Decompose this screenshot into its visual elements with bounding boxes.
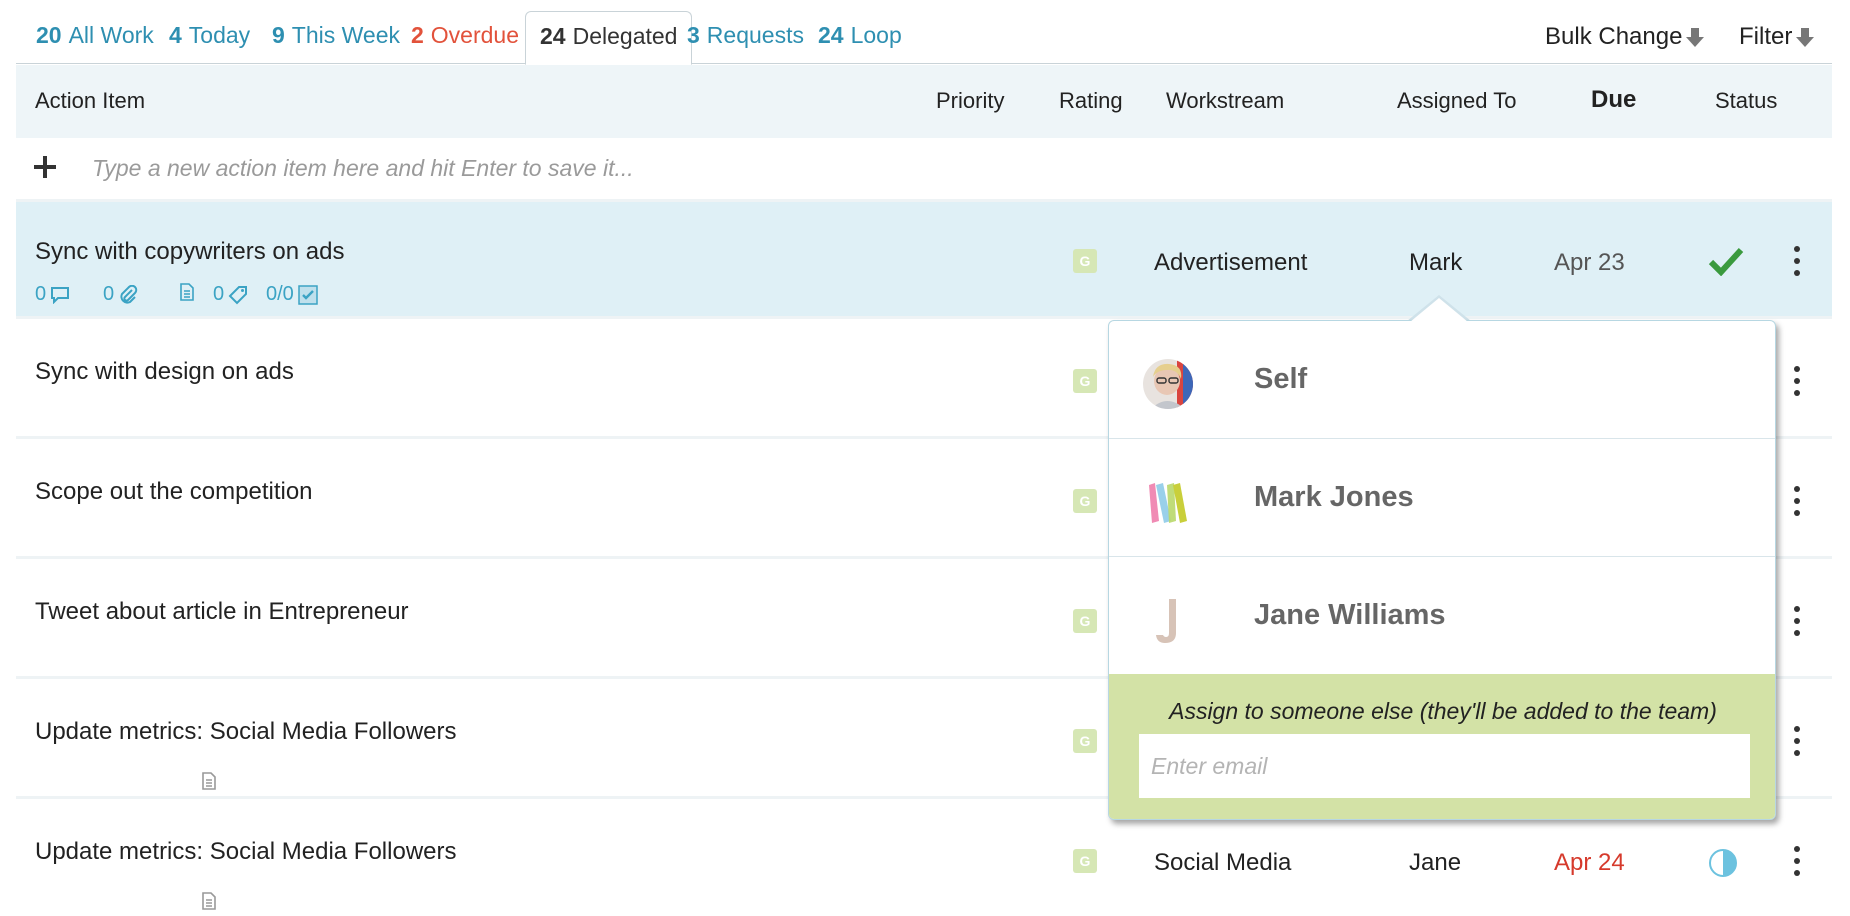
- comments-count[interactable]: 0: [35, 283, 70, 306]
- tab-count: 3: [687, 22, 700, 48]
- column-rating[interactable]: Rating: [1059, 88, 1123, 114]
- tab-label: Overdue: [430, 22, 520, 48]
- avatar: [1143, 359, 1193, 409]
- tab-count: 9: [272, 22, 285, 48]
- rating-badge[interactable]: G: [1073, 489, 1097, 513]
- tab-label: Requests: [706, 22, 804, 48]
- rating-badge[interactable]: G: [1073, 249, 1097, 273]
- column-action-item[interactable]: Action Item: [35, 88, 145, 114]
- tab-count: 2: [411, 22, 424, 48]
- notes-indicator[interactable]: [175, 283, 195, 301]
- tab-label: Today: [188, 22, 251, 48]
- tab-label: Loop: [850, 22, 902, 48]
- tab-loop[interactable]: 24 Loop: [818, 22, 902, 49]
- assign-option-jane-williams[interactable]: Jane Williams: [1109, 557, 1775, 675]
- tab-label: This Week: [291, 22, 401, 48]
- checklist-count-value: 0/0: [266, 283, 294, 305]
- due-date[interactable]: Apr 23: [1554, 249, 1625, 277]
- comment-icon: [51, 286, 70, 304]
- column-priority[interactable]: Priority: [936, 88, 1004, 114]
- task-title[interactable]: Scope out the competition: [35, 478, 313, 506]
- task-title[interactable]: Sync with design on ads: [35, 358, 294, 386]
- tab-label: All Work: [68, 22, 154, 48]
- bulk-change-label: Bulk Change: [1545, 23, 1683, 50]
- email-field[interactable]: [1139, 734, 1750, 798]
- tab-this-week[interactable]: 9 This Week: [272, 22, 400, 49]
- tags-count-value: 0: [213, 283, 225, 305]
- task-title[interactable]: Update metrics: Social Media Followers: [35, 838, 457, 866]
- sort-indicator: [1585, 72, 1625, 90]
- more-options-icon[interactable]: [1792, 366, 1802, 396]
- filter-button[interactable]: Filter: [1739, 23, 1815, 51]
- tab-bar: 20 All Work 4 Today 9 This Week 2 Overdue 24…: [16, 8, 1832, 65]
- tag-icon: [228, 285, 248, 304]
- task-title[interactable]: Tweet about article in Entrepreneur: [35, 598, 409, 626]
- half-circle-status-icon[interactable]: [1709, 849, 1737, 877]
- column-status[interactable]: Status: [1715, 88, 1777, 114]
- more-options-icon[interactable]: [1792, 846, 1802, 876]
- tab-count: 4: [169, 22, 182, 48]
- arrow-down-icon: [1686, 27, 1705, 47]
- document-icon[interactable]: [201, 892, 217, 910]
- comments-count-value: 0: [35, 283, 47, 305]
- due-date[interactable]: Apr 24: [1554, 849, 1625, 877]
- bulk-change-button[interactable]: Bulk Change: [1545, 23, 1705, 51]
- new-action-item-input[interactable]: [92, 148, 1792, 188]
- attachments-count[interactable]: 0: [103, 283, 138, 306]
- more-options-icon[interactable]: [1792, 726, 1802, 756]
- assign-option-name: Jane Williams: [1254, 599, 1446, 631]
- avatar: [1149, 483, 1187, 523]
- column-header: Action Item Priority Rating Workstream A…: [16, 65, 1832, 138]
- rating-badge[interactable]: G: [1073, 609, 1097, 633]
- tab-count: 24: [818, 22, 844, 48]
- checklist-count[interactable]: 0/0: [266, 283, 318, 306]
- workstream[interactable]: Social Media: [1154, 849, 1291, 877]
- assign-someone-else-section: Assign to someone else (they'll be added…: [1109, 674, 1775, 819]
- tab-count: 24: [540, 23, 566, 49]
- attachments-count-value: 0: [103, 283, 115, 305]
- avatar: [1156, 599, 1176, 643]
- assign-to-dropdown: Self Mark Jones Jane Williams Assign to …: [1108, 320, 1776, 820]
- task-title[interactable]: Sync with copywriters on ads: [35, 238, 344, 266]
- popup-pointer: [1410, 298, 1468, 322]
- assign-option-name: Mark Jones: [1254, 481, 1414, 513]
- arrow-down-icon: [1796, 27, 1815, 47]
- rating-badge[interactable]: G: [1073, 729, 1097, 753]
- assign-option-mark-jones[interactable]: Mark Jones: [1109, 439, 1775, 557]
- filter-label: Filter: [1739, 23, 1793, 50]
- column-workstream[interactable]: Workstream: [1166, 88, 1284, 114]
- assign-option-self[interactable]: Self: [1109, 321, 1775, 439]
- document-icon: [180, 283, 194, 301]
- tags-count[interactable]: 0: [213, 283, 248, 306]
- document-icon[interactable]: [201, 772, 217, 790]
- plus-icon[interactable]: [34, 156, 56, 178]
- column-assigned-to[interactable]: Assigned To: [1397, 88, 1516, 114]
- tab-count: 20: [36, 22, 62, 48]
- tab-all-work[interactable]: 20 All Work: [36, 22, 154, 49]
- more-options-icon[interactable]: [1792, 486, 1802, 516]
- paperclip-icon: [120, 284, 138, 304]
- assign-option-name: Self: [1254, 363, 1308, 395]
- rating-badge[interactable]: G: [1073, 849, 1097, 873]
- table-row[interactable]: Sync with copywriters on ads 0 0 0 0/0 G…: [16, 202, 1832, 319]
- more-options-icon[interactable]: [1792, 246, 1802, 276]
- checkmark-icon[interactable]: [1708, 246, 1744, 276]
- tab-delegated[interactable]: 24 Delegated: [525, 11, 693, 65]
- tab-requests[interactable]: 3 Requests: [687, 22, 804, 49]
- tab-overdue[interactable]: 2 Overdue: [411, 22, 519, 49]
- new-item-row: [16, 138, 1832, 202]
- tab-label: Delegated: [572, 23, 678, 49]
- more-options-icon[interactable]: [1792, 606, 1802, 636]
- assignee[interactable]: Jane: [1409, 849, 1461, 877]
- task-title[interactable]: Update metrics: Social Media Followers: [35, 718, 457, 746]
- assignee[interactable]: Mark: [1409, 249, 1462, 277]
- tab-today[interactable]: 4 Today: [169, 22, 250, 49]
- checklist-icon: [298, 284, 318, 305]
- assign-someone-else-label: Assign to someone else (they'll be added…: [1169, 698, 1717, 724]
- rating-badge[interactable]: G: [1073, 369, 1097, 393]
- workstream[interactable]: Advertisement: [1154, 249, 1307, 277]
- column-due[interactable]: Due: [1591, 86, 1636, 114]
